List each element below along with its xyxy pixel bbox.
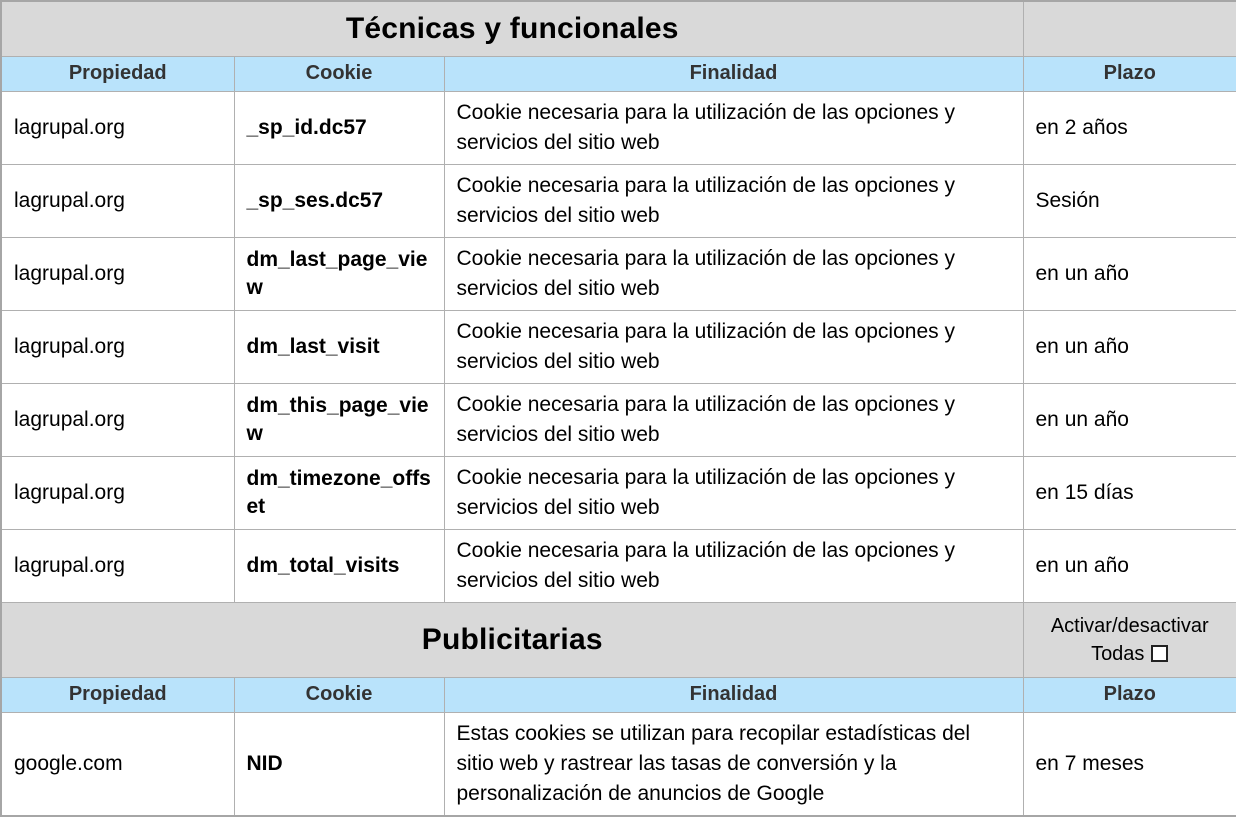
section-corner-empty xyxy=(1022,0,1236,57)
cell-propiedad: lagrupal.org xyxy=(0,382,235,457)
cell-plazo: en un año xyxy=(1022,309,1236,384)
cell-plazo: en un año xyxy=(1022,236,1236,311)
cell-plazo: en un año xyxy=(1022,528,1236,603)
section-header-tecnicas: Técnicas y funcionales xyxy=(0,0,1236,57)
cell-finalidad: Cookie necesaria para la utilización de … xyxy=(443,236,1024,311)
cell-finalidad: Cookie necesaria para la utilización de … xyxy=(443,455,1024,530)
section-header-publicitarias: Publicitarias Activar/desactivar Todas xyxy=(0,601,1236,678)
column-header-row: Propiedad Cookie Finalidad Plazo xyxy=(0,676,1236,713)
toggle-all-cell: Activar/desactivar Todas xyxy=(1022,601,1236,678)
cell-finalidad: Estas cookies se utilizan para recopilar… xyxy=(443,711,1024,816)
cookie-policy-panel: Técnicas y funcionales Propiedad Cookie … xyxy=(0,0,1236,817)
column-header-finalidad: Finalidad xyxy=(443,676,1024,713)
cell-propiedad: lagrupal.org xyxy=(0,163,235,238)
cell-cookie: NID xyxy=(233,711,445,816)
cell-finalidad: Cookie necesaria para la utilización de … xyxy=(443,528,1024,603)
cell-propiedad: lagrupal.org xyxy=(0,528,235,603)
cell-plazo: en 15 días xyxy=(1022,455,1236,530)
cell-plazo: en un año xyxy=(1022,382,1236,457)
column-header-propiedad: Propiedad xyxy=(0,55,235,92)
cell-propiedad: lagrupal.org xyxy=(0,455,235,530)
cell-cookie: _sp_id.dc57 xyxy=(233,90,445,165)
cell-plazo: Sesión xyxy=(1022,163,1236,238)
cell-propiedad: lagrupal.org xyxy=(0,309,235,384)
column-header-finalidad: Finalidad xyxy=(443,55,1024,92)
cell-cookie: dm_timezone_offset xyxy=(233,455,445,530)
cell-plazo: en 2 años xyxy=(1022,90,1236,165)
section-title-publicitarias: Publicitarias xyxy=(0,601,1024,678)
cell-plazo: en 7 meses xyxy=(1022,711,1236,816)
toggle-all-checkbox[interactable] xyxy=(1151,644,1169,662)
table-row: lagrupal.org _sp_id.dc57 Cookie necesari… xyxy=(0,90,1236,165)
cell-cookie: dm_total_visits xyxy=(233,528,445,603)
column-header-cookie: Cookie xyxy=(233,55,445,92)
column-header-plazo: Plazo xyxy=(1022,55,1236,92)
cell-propiedad: lagrupal.org xyxy=(0,236,235,311)
cell-finalidad: Cookie necesaria para la utilización de … xyxy=(443,309,1024,384)
cell-propiedad: lagrupal.org xyxy=(0,90,235,165)
cell-finalidad: Cookie necesaria para la utilización de … xyxy=(443,163,1024,238)
cookies-table: Técnicas y funcionales Propiedad Cookie … xyxy=(0,0,1236,817)
table-row: lagrupal.org dm_last_visit Cookie necesa… xyxy=(0,309,1236,384)
table-row: lagrupal.org dm_timezone_offset Cookie n… xyxy=(0,455,1236,530)
toggle-all-label-line1: Activar/desactivar xyxy=(1050,614,1209,637)
column-header-plazo: Plazo xyxy=(1022,676,1236,713)
table-row: lagrupal.org _sp_ses.dc57 Cookie necesar… xyxy=(0,163,1236,238)
table-row: google.com NID Estas cookies se utilizan… xyxy=(0,711,1236,816)
table-row: lagrupal.org dm_this_page_view Cookie ne… xyxy=(0,382,1236,457)
cell-cookie: _sp_ses.dc57 xyxy=(233,163,445,238)
cell-cookie: dm_this_page_view xyxy=(233,382,445,457)
cell-propiedad: google.com xyxy=(0,711,235,816)
cell-cookie: dm_last_visit xyxy=(233,309,445,384)
cell-finalidad: Cookie necesaria para la utilización de … xyxy=(443,90,1024,165)
toggle-all-label-line2: Todas xyxy=(1091,642,1145,665)
column-header-row: Propiedad Cookie Finalidad Plazo xyxy=(0,55,1236,92)
table-row: lagrupal.org dm_last_page_view Cookie ne… xyxy=(0,236,1236,311)
cell-finalidad: Cookie necesaria para la utilización de … xyxy=(443,382,1024,457)
cell-cookie: dm_last_page_view xyxy=(233,236,445,311)
column-header-cookie: Cookie xyxy=(233,676,445,713)
column-header-propiedad: Propiedad xyxy=(0,676,235,713)
table-row: lagrupal.org dm_total_visits Cookie nece… xyxy=(0,528,1236,603)
section-title-tecnicas: Técnicas y funcionales xyxy=(0,0,1024,57)
